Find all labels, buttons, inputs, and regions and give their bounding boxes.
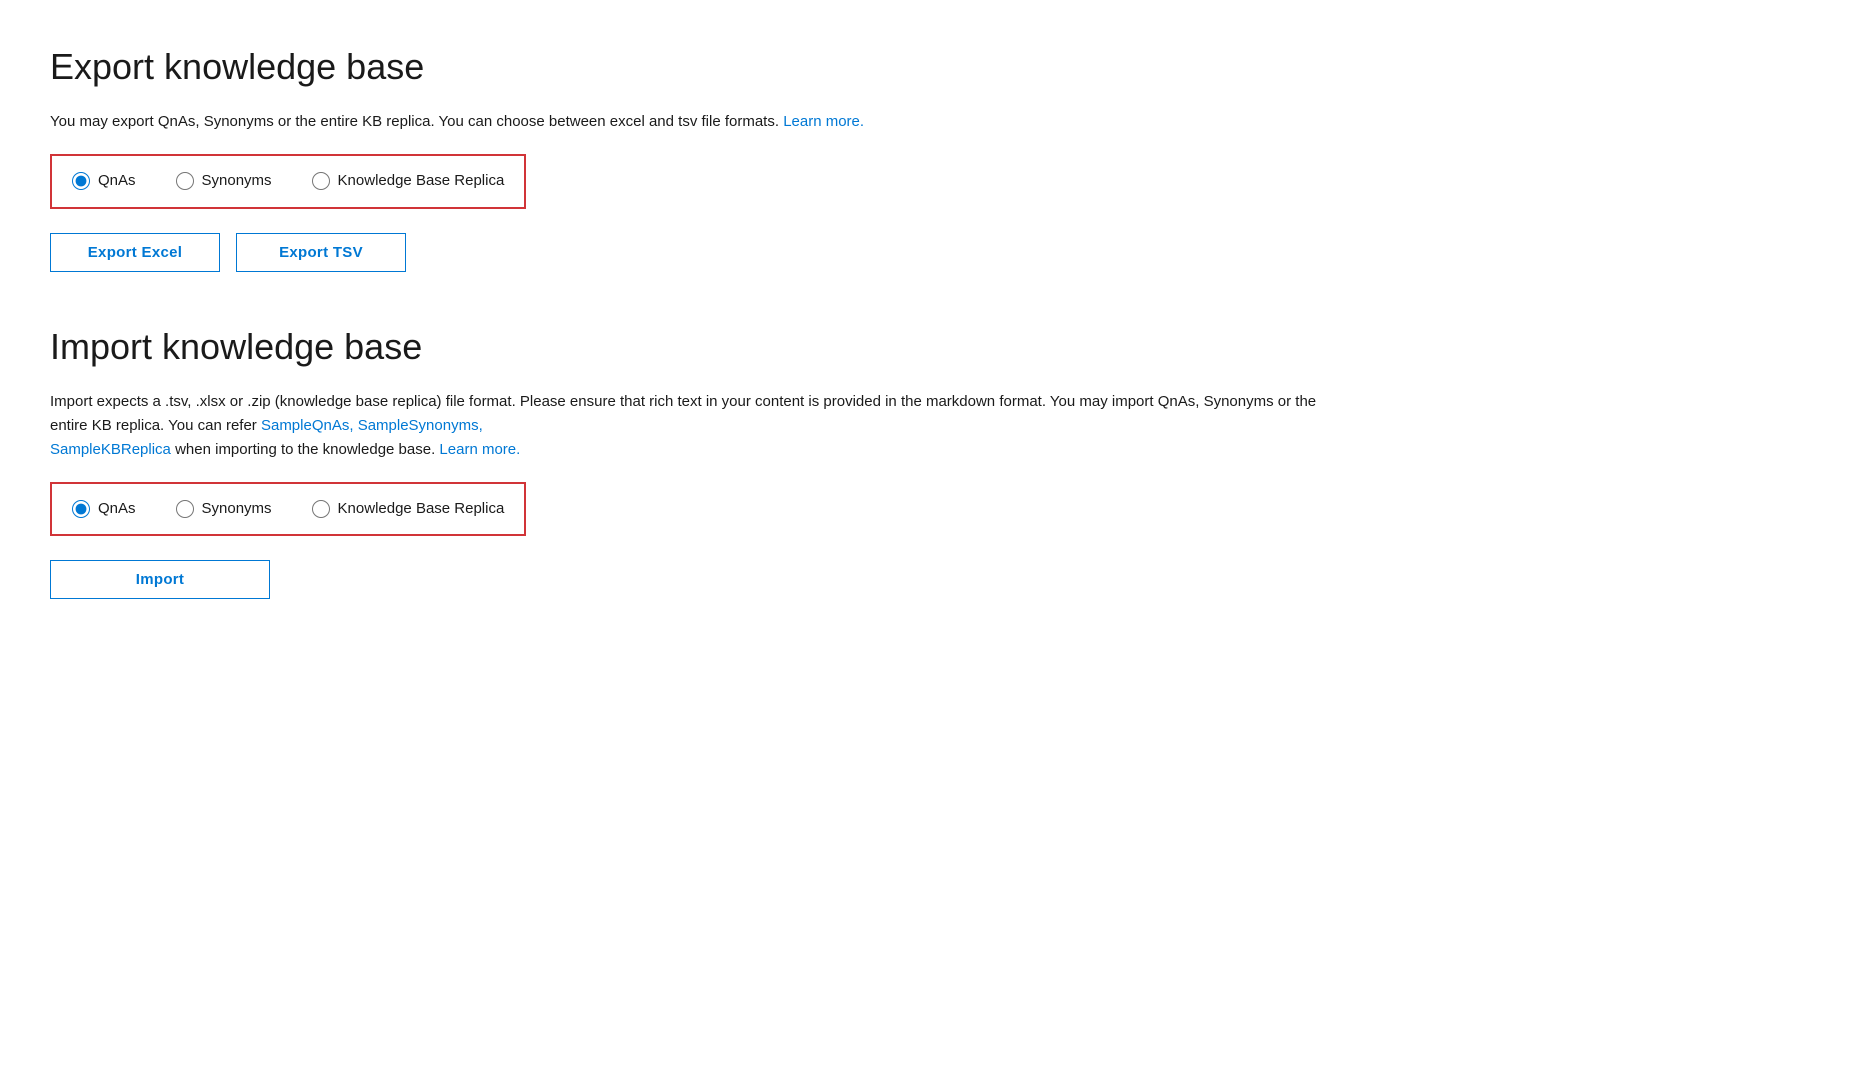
export-learn-more-link[interactable]: Learn more. [783,113,864,130]
import-button-group: Import [50,560,1824,599]
export-description: You may export QnAs, Synonyms or the ent… [50,110,1350,134]
export-section: Export knowledge base You may export QnA… [50,40,1824,272]
sample-kb-replica-link[interactable]: SampleKBReplica [50,441,171,458]
import-button[interactable]: Import [50,560,270,599]
sample-synonyms-link[interactable]: SampleSynonyms, [358,417,483,434]
export-tsv-button[interactable]: Export TSV [236,233,406,272]
import-learn-more-link[interactable]: Learn more. [439,441,520,458]
import-radio-qnas[interactable]: QnAs [72,498,136,521]
import-radio-kb-replica-label: Knowledge Base Replica [338,498,505,521]
export-radio-qnas-input[interactable] [72,172,90,190]
export-description-text: You may export QnAs, Synonyms or the ent… [50,113,779,130]
export-radio-synonyms-label: Synonyms [202,170,272,193]
export-radio-synonyms-input[interactable] [176,172,194,190]
import-radio-group: QnAs Synonyms Knowledge Base Replica [50,482,526,537]
import-radio-synonyms-input[interactable] [176,500,194,518]
import-section: Import knowledge base Import expects a .… [50,320,1824,600]
import-radio-kb-replica-input[interactable] [312,500,330,518]
export-radio-qnas[interactable]: QnAs [72,170,136,193]
export-radio-synonyms[interactable]: Synonyms [176,170,272,193]
import-when-text: when importing to the knowledge base. [175,441,439,458]
import-radio-synonyms-label: Synonyms [202,498,272,521]
import-radio-qnas-label: QnAs [98,498,136,521]
export-radio-qnas-label: QnAs [98,170,136,193]
sample-qnas-link[interactable]: SampleQnAs, [261,417,354,434]
import-description: Import expects a .tsv, .xlsx or .zip (kn… [50,390,1350,462]
import-radio-qnas-input[interactable] [72,500,90,518]
export-radio-kb-replica-label: Knowledge Base Replica [338,170,505,193]
import-title: Import knowledge base [50,320,1824,374]
export-radio-kb-replica[interactable]: Knowledge Base Replica [312,170,505,193]
import-radio-synonyms[interactable]: Synonyms [176,498,272,521]
import-radio-kb-replica[interactable]: Knowledge Base Replica [312,498,505,521]
export-radio-group: QnAs Synonyms Knowledge Base Replica [50,154,526,209]
export-excel-button[interactable]: Export Excel [50,233,220,272]
export-button-group: Export Excel Export TSV [50,233,1824,272]
export-radio-kb-replica-input[interactable] [312,172,330,190]
export-title: Export knowledge base [50,40,1824,94]
